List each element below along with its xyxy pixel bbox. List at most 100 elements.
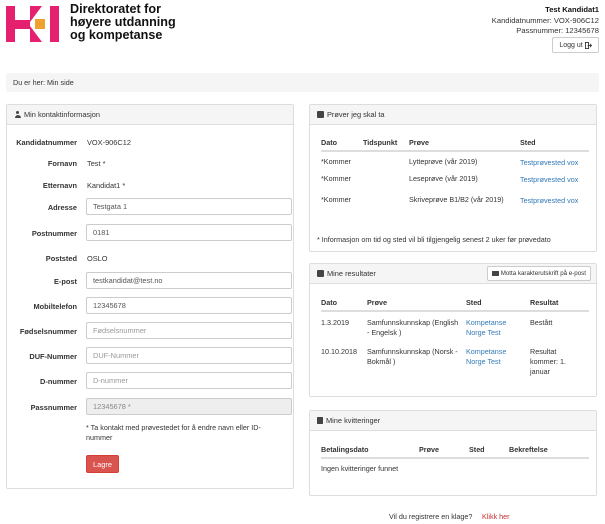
label-dnum: D-nummer <box>40 377 77 386</box>
contact-panel-heading: Min kontaktinformasjon <box>7 105 293 125</box>
logout-label: Logg ut <box>559 41 583 49</box>
receipts-col-place: Sted <box>469 441 509 459</box>
receipts-col-confirmation: Bekreftelse <box>509 441 589 459</box>
value-city: OSLO <box>87 254 108 263</box>
label-duf: DUF-Nummer <box>29 352 77 361</box>
tests-cell-place-link[interactable]: Testprøvested vox <box>520 151 589 172</box>
label-email: E-post <box>54 277 77 286</box>
tests-cell-date: *Kommer <box>321 157 351 166</box>
user-candidate-number: Kandidatnummer: VOX-906C12 <box>491 15 599 25</box>
breadcrumb-text: Du er her: Min side <box>13 78 74 87</box>
sign-out-icon <box>584 41 592 49</box>
mobile-input[interactable] <box>86 297 292 314</box>
duf-number-input[interactable] <box>86 347 292 364</box>
upcoming-tests-panel: Prøver jeg skal ta Dato Tidspunkt Prøve … <box>309 104 597 252</box>
receipts-heading-text: Mine kvitteringer <box>326 416 381 425</box>
envelope-icon <box>491 271 499 276</box>
table-row: *Kommer Skriveprøve B1/B2 (vår 2019) Tes… <box>321 193 589 214</box>
tests-cell-time <box>363 193 409 214</box>
user-name: Test Kandidat1 <box>545 5 599 14</box>
receipts-panel: Mine kvitteringer Betalingsdato Prøve St… <box>309 410 597 496</box>
label-passport: Passnummer <box>30 403 77 412</box>
tests-cell-time <box>363 172 409 193</box>
label-city: Poststed <box>45 254 77 263</box>
contact-heading-text: Min kontaktinformasjon <box>24 110 100 119</box>
user-passport-number: Passnummer: 12345678 <box>516 26 599 36</box>
tests-cell-test: Lytteprøve (vår 2019) <box>409 157 478 166</box>
breadcrumb: Du er her: Min side <box>6 73 599 92</box>
label-lastname: Etternavn <box>42 181 77 190</box>
table-row: 10.10.2018 Samfunnskunnskap (Norsk - Bok… <box>321 344 589 377</box>
tests-cell-test: Skriveprøve B1/B2 (vår 2019) <box>409 195 504 204</box>
value-candidate: VOX-906C12 <box>87 138 131 147</box>
complaint-link[interactable]: Klikk her <box>482 512 510 521</box>
results-cell-place-link[interactable]: Kompetanse Norge Test <box>466 344 530 377</box>
tests-cell-place-link[interactable]: Testprøvested vox <box>520 172 589 193</box>
results-header-row: Dato Prøve Sted Resultat <box>321 294 589 312</box>
contact-note: * Ta kontakt med prøvestedet for å endre… <box>86 423 261 442</box>
tests-col-test: Prøve <box>409 134 520 152</box>
tests-panel-heading: Prøver jeg skal ta <box>310 105 596 125</box>
tests-col-date: Dato <box>321 134 363 152</box>
tests-heading-text: Prøver jeg skal ta <box>327 110 385 119</box>
results-cell-test: Samfunnskunnskap (Norsk - Bokmål ) <box>367 347 458 366</box>
results-col-date: Dato <box>321 294 367 312</box>
table-row: *Kommer Lytteprøve (vår 2019) Testprøves… <box>321 151 589 172</box>
results-cell-result: Bestått <box>530 318 553 327</box>
complaint-question: Vil du registrere en klage? <box>389 512 473 521</box>
receipts-col-date: Betalingsdato <box>321 441 419 459</box>
value-lastname: Kandidat1 * <box>87 181 126 190</box>
label-mobile: Mobiltelefon <box>33 302 77 311</box>
book-icon <box>317 111 324 118</box>
label-birth: Fødselsnummer <box>19 327 77 336</box>
results-heading-text: Mine resultater <box>327 269 376 278</box>
user-icon <box>14 111 21 118</box>
label-candidate: Kandidatnummer <box>16 138 77 147</box>
d-number-input[interactable] <box>86 372 292 389</box>
tests-note: * Informasjon om tid og sted vil bli til… <box>317 235 551 244</box>
receipts-col-test: Prøve <box>419 441 469 459</box>
results-col-result: Resultat <box>530 294 589 312</box>
postcode-input[interactable] <box>86 224 292 241</box>
results-cell-result: Resultat kommer: 1. januar <box>530 347 566 376</box>
tests-table: Dato Tidspunkt Prøve Sted *Kommer Lyttep… <box>321 134 589 214</box>
save-button[interactable]: Lagre <box>86 455 119 473</box>
results-panel: Mine resultater Motta karakterutskrift p… <box>309 263 597 397</box>
results-cell-test: Samfunnskunnskap (English - Engelsk ) <box>367 318 459 337</box>
results-cell-place-link[interactable]: Kompetanse Norge Test <box>466 311 530 344</box>
mail-transcript-button[interactable]: Motta karakterutskrift på e-post <box>486 266 591 281</box>
email-input[interactable] <box>86 272 292 289</box>
tests-col-time: Tidspunkt <box>363 134 409 152</box>
org-name-line3: og kompetanse <box>70 28 163 42</box>
mail-transcript-label: Motta karakterutskrift på e-post <box>500 270 586 277</box>
label-postcode: Postnummer <box>31 229 77 238</box>
contact-panel: Min kontaktinformasjon Kandidatnummer VO… <box>6 104 294 489</box>
file-icon <box>317 417 323 424</box>
no-receipts-message: Ingen kvitteringer funnet <box>321 464 399 473</box>
org-name: Direktoratet for høyere utdanning og kom… <box>70 3 176 42</box>
results-panel-heading: Mine resultater Motta karakterutskrift p… <box>310 264 596 284</box>
table-row: *Kommer Leseprøve (vår 2019) Testprøvest… <box>321 172 589 193</box>
value-firstname: Test * <box>87 159 106 168</box>
tests-cell-date: *Kommer <box>321 174 351 183</box>
tests-cell-test: Leseprøve (vår 2019) <box>409 174 478 183</box>
label-address: Adresse <box>47 203 77 212</box>
tests-cell-place-link[interactable]: Testprøvested vox <box>520 193 589 214</box>
results-cell-date: 10.10.2018 <box>321 347 357 356</box>
receipts-panel-heading: Mine kvitteringer <box>310 411 596 431</box>
tests-cell-date: *Kommer <box>321 195 351 204</box>
book-icon <box>317 270 324 277</box>
tests-cell-time <box>363 151 409 172</box>
logout-button[interactable]: Logg ut <box>552 37 599 53</box>
passport-input <box>86 398 292 415</box>
results-col-place: Sted <box>466 294 530 312</box>
address-input[interactable] <box>86 198 292 215</box>
birth-number-input[interactable] <box>86 322 292 339</box>
hk-logo[interactable] <box>6 6 62 42</box>
label-firstname: Fornavn <box>47 159 77 168</box>
user-info: Test Kandidat1 Kandidatnummer: VOX-906C1… <box>492 5 599 37</box>
tests-col-place: Sted <box>520 134 589 152</box>
page-header: Direktoratet for høyere utdanning og kom… <box>0 0 605 62</box>
tests-header-row: Dato Tidspunkt Prøve Sted <box>321 134 589 152</box>
receipts-header-row: Betalingsdato Prøve Sted Bekreftelse <box>321 441 589 459</box>
